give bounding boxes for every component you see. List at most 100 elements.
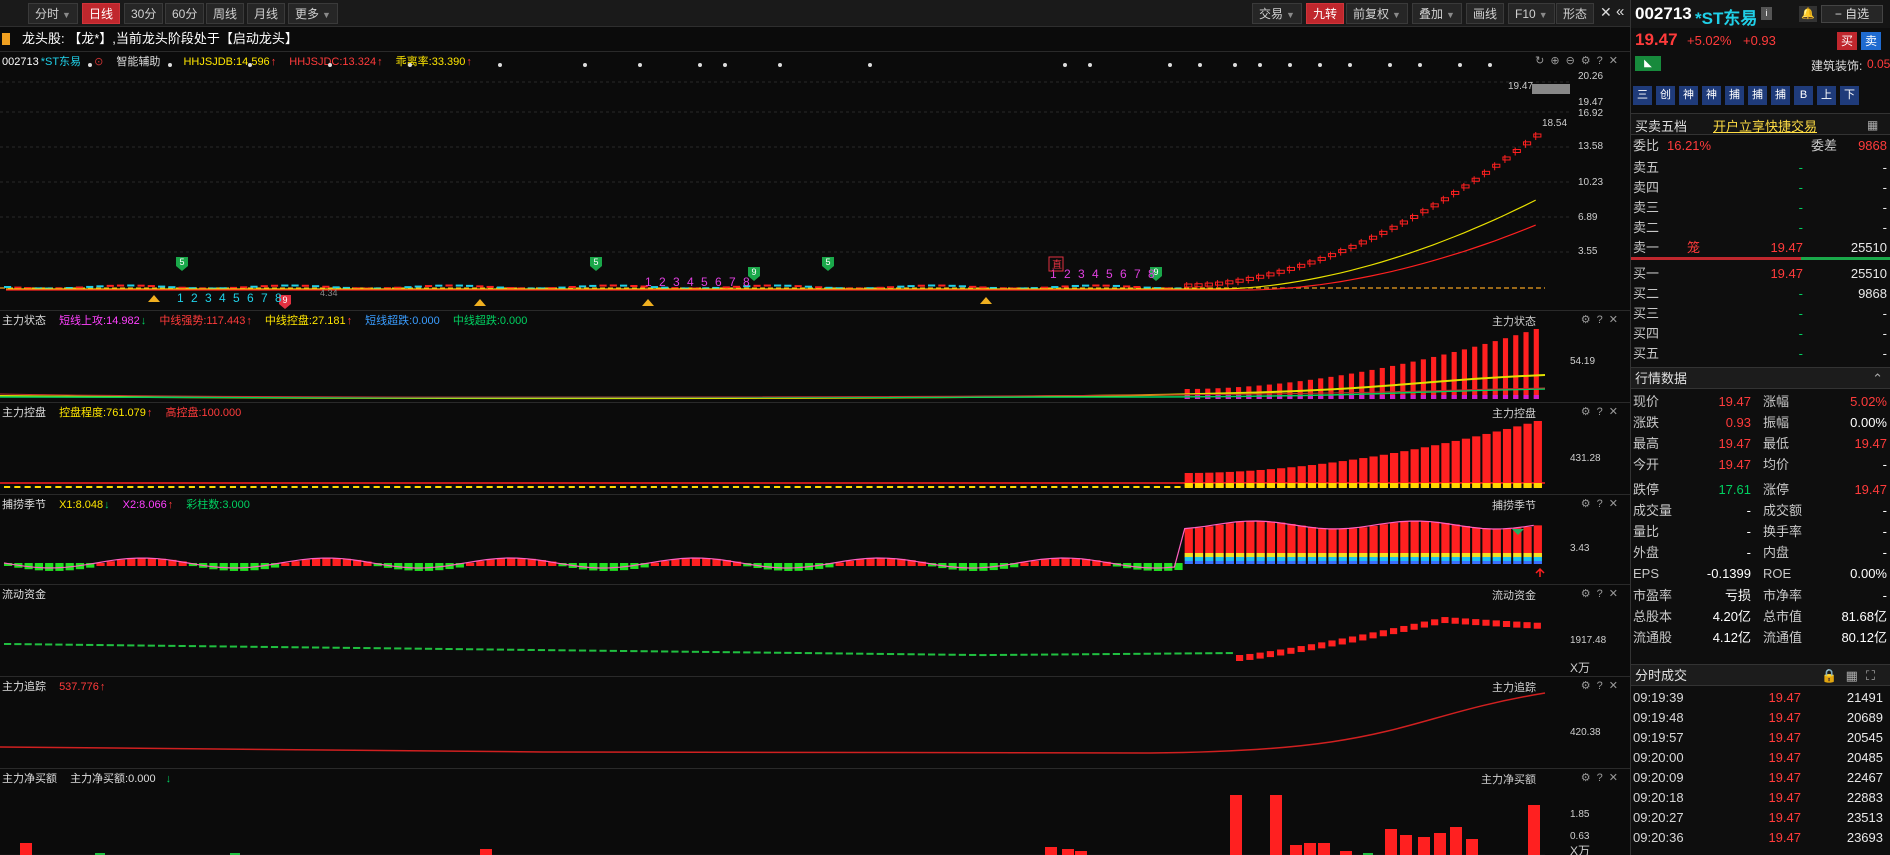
net-buy-bar [1450,827,1462,855]
quick-btn[interactable]: 三 [1633,86,1652,105]
panel-tools[interactable]: ⚙?✕ [1581,313,1624,326]
quick-btn[interactable]: 捕 [1771,86,1790,105]
panel-title-right: 主力控盘 [1492,408,1536,420]
info-icon[interactable]: i [1761,7,1772,20]
pattern-button[interactable]: 形态 [1556,3,1595,24]
net-buy-bar [480,849,492,855]
buy-level-row[interactable]: 买四 - - [1631,324,1890,344]
quick-btn[interactable]: 创 [1656,86,1675,105]
y-label: 0.63 [1570,831,1590,842]
control-bar-yellow [876,486,883,488]
panel-tools[interactable]: ⚙?✕ [1581,679,1624,692]
sell-level-row[interactable]: 卖五 - - [1631,158,1890,178]
period-weekly-button[interactable]: 周线 [206,3,245,24]
kline-panel[interactable]: 002713 *ST东易 ⊙ 智能辅助 HHJSJDB:14.596↑ HHJSJ… [0,51,1630,310]
tick-row: 09:20:27 19.47 23513 [1633,810,1883,825]
control-bar-yellow [1030,486,1037,488]
bell-icon[interactable]: 🔔 [1799,6,1817,22]
control-bar-yellow [229,486,237,488]
period-monthly-button[interactable]: 月线 [247,3,286,24]
control-bar-yellow [1256,483,1265,488]
period-30min-button[interactable]: 30分 [124,3,164,24]
season-bar-yellow [1431,553,1440,557]
main-force-net-buy-panel[interactable]: 主力净买额 主力净买额:0.000 ↓ 主力净买额 ⚙?✕ 1.85 0.63 X… [0,768,1630,855]
panel-tools[interactable]: ⚙?✕ [1581,497,1624,510]
nine-turn-button[interactable]: 九转 [1306,3,1345,24]
period-daily-button[interactable]: 日线 [82,3,121,24]
ticks-tools-icons[interactable]: 🔒▦⛶ [1821,665,1883,687]
collapse-icon[interactable]: « [1616,3,1624,20]
flow-mark [774,651,782,654]
collapse-up-icon[interactable]: ⌃ [1872,368,1883,390]
control-bar [1379,454,1388,487]
more-periods-button[interactable]: 更多 ▼ [288,3,338,24]
control-bar [1461,438,1471,487]
flow-mark [353,646,361,649]
track-plot [0,692,1546,755]
trade-button[interactable]: 交易 ▼ [1252,3,1302,24]
draw-line-button[interactable]: 画线 [1466,3,1505,24]
signal-dot [868,63,872,67]
panel-tools[interactable]: ⚙?✕ [1581,771,1624,784]
signal-dot [698,63,702,67]
flow-mark [1502,621,1511,627]
flow-mark [1348,636,1357,643]
season-bar-cyan [1225,557,1234,561]
close-icon[interactable]: ✕ [1600,4,1612,21]
control-bar-yellow [1390,483,1399,488]
tick-row: 09:19:48 19.47 20689 [1633,710,1883,725]
sell-level-row[interactable]: 卖一笼 19.47 25510 [1631,238,1890,258]
buy-level-row[interactable]: 买三 - - [1631,304,1890,324]
signal-dot [1168,63,1172,67]
buy-level-row[interactable]: 买二 -9868 [1631,284,1890,304]
main-force-status-panel[interactable]: 主力状态 短线上攻:14.982↓ 中线强势:117.443↑ 中线控盘:27.… [0,310,1630,402]
period-intraday-button[interactable]: 分时 ▼ [28,3,78,24]
main-force-control-panel[interactable]: 主力控盘 控盘程度:761.079↑ 高控盘:100.000 主力控盘 ⚙?✕ … [0,402,1630,494]
add-watchlist-button[interactable]: − 自选 [1821,5,1883,23]
liquidity-panel[interactable]: 流动资金 流动资金 ⚙?✕ 1917.48 X万 [0,584,1630,676]
sell-level-row[interactable]: 卖三 - - [1631,198,1890,218]
control-bar [1523,423,1532,487]
quick-btn[interactable]: 捕 [1725,86,1744,105]
legend-item: 主力净买额:0.000 [70,773,156,785]
season-bar-blue [1513,561,1522,564]
season-bar [856,559,865,566]
season-bar-yellow [1513,553,1522,557]
kline-plot[interactable]: 5 5 59 991 2 3 4 5 6 7 81 2 3 4 5 6 7 81 2 … [0,52,1570,311]
overlay-button[interactable]: 叠加 ▼ [1412,3,1462,24]
fishing-season-panel[interactable]: 捕捞季节 X1:8.048↓ X2:8.066↑ 彩柱数:3.000 捕捞季节 … [0,494,1630,584]
control-bar-yellow [168,486,175,488]
f10-button[interactable]: F10 ▼ [1508,3,1555,24]
season-bar-yellow [1502,553,1512,557]
period-60min-button[interactable]: 60分 [165,3,205,24]
status-bar-magenta [1472,395,1478,399]
signal-dot [1318,63,1322,67]
track-line [0,692,1546,755]
flow-mark [281,646,289,649]
panel-tools[interactable]: ⚙?✕ [1581,587,1624,600]
buy-level-row[interactable]: 买一 19.47 25510 [1631,264,1890,284]
sell-level-row[interactable]: 卖四 - - [1631,178,1890,198]
quick-btn[interactable]: 捕 [1748,86,1767,105]
control-bar-yellow [178,486,185,488]
grid-icon[interactable]: ▦ [1867,118,1878,132]
control-bar-yellow [96,486,103,488]
quick-btn[interactable]: 下 [1840,86,1859,105]
adjust-forward-button[interactable]: 前复权 ▼ [1346,3,1408,24]
quick-btn[interactable]: B [1794,86,1813,105]
flow-mark [383,647,392,650]
main-force-track-panel[interactable]: 主力追踪 537.776↑ 主力追踪 ⚙?✕ 420.38 [0,676,1630,768]
panel-tools[interactable]: ⚙?✕ [1581,405,1624,418]
quick-btn[interactable]: 神 [1679,86,1698,105]
quick-trade-link[interactable]: 开户立享快捷交易 [1713,116,1817,135]
sell-button[interactable]: 卖 [1861,32,1881,50]
sell-level-row[interactable]: 卖二 - - [1631,218,1890,238]
season-bar [1061,558,1070,566]
quick-btn[interactable]: 神 [1702,86,1721,105]
buy-level-row[interactable]: 买五 - - [1631,344,1890,364]
market-data-header[interactable]: 行情数据 ⌃ [1631,367,1890,389]
flow-mark [1369,632,1377,639]
quick-btn[interactable]: 上 [1817,86,1836,105]
flow-mark [250,645,258,648]
buy-button[interactable]: 买 [1837,32,1857,50]
